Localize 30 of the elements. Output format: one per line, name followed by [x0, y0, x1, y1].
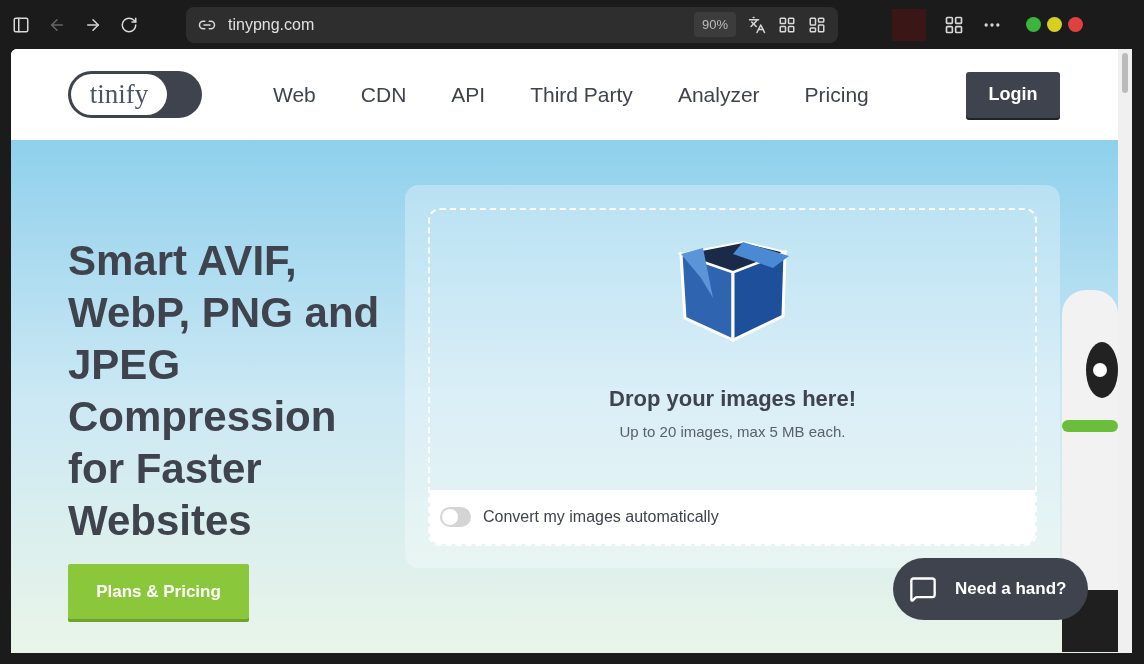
hero-heading: Smart AVIF, WebP, PNG and JPEG Compression for Faster Websites — [68, 236, 381, 546]
chat-icon — [909, 575, 937, 603]
nav-link[interactable]: CDN — [360, 78, 407, 111]
tinify-logo[interactable]: tinify — [68, 71, 202, 118]
maximize-icon[interactable] — [1047, 17, 1062, 32]
reload-icon[interactable] — [120, 15, 138, 34]
translate-icon[interactable] — [748, 15, 766, 34]
dropzone[interactable]: Drop your images here! Up to 20 images, max 5 MB each. Convert my images automatically — [428, 208, 1037, 546]
help-chat-button[interactable]: Need a hand? — [893, 558, 1088, 620]
nav-link[interactable]: API — [451, 78, 486, 111]
profile-swatch[interactable] — [892, 8, 926, 41]
nav-link[interactable]: Analyzer — [677, 78, 760, 111]
dropzone-subtitle: Up to 20 images, max 5 MB each. — [619, 422, 846, 442]
extensions-icon[interactable] — [944, 14, 964, 35]
dropzone-title: Drop your images here! — [609, 385, 856, 413]
convert-label: Convert my images automatically — [483, 507, 719, 527]
sidebar-icon[interactable] — [12, 15, 30, 34]
address-bar[interactable]: tinypng.com 90% — [186, 6, 838, 43]
grid-icon[interactable] — [778, 15, 796, 34]
convert-toggle[interactable] — [440, 507, 471, 527]
scrollbar[interactable] — [1118, 49, 1132, 653]
login-button[interactable]: Login — [966, 71, 1060, 118]
panel-icon[interactable] — [808, 15, 826, 34]
nav-link[interactable]: Pricing — [804, 78, 869, 111]
url-text: tinypng.com — [228, 14, 315, 35]
nav-link[interactable]: Third Party — [530, 78, 633, 111]
close-icon[interactable] — [1068, 17, 1083, 32]
minimize-icon[interactable] — [1026, 17, 1041, 32]
zoom-level[interactable]: 90% — [693, 11, 736, 38]
nav-link[interactable]: Web — [273, 78, 316, 111]
